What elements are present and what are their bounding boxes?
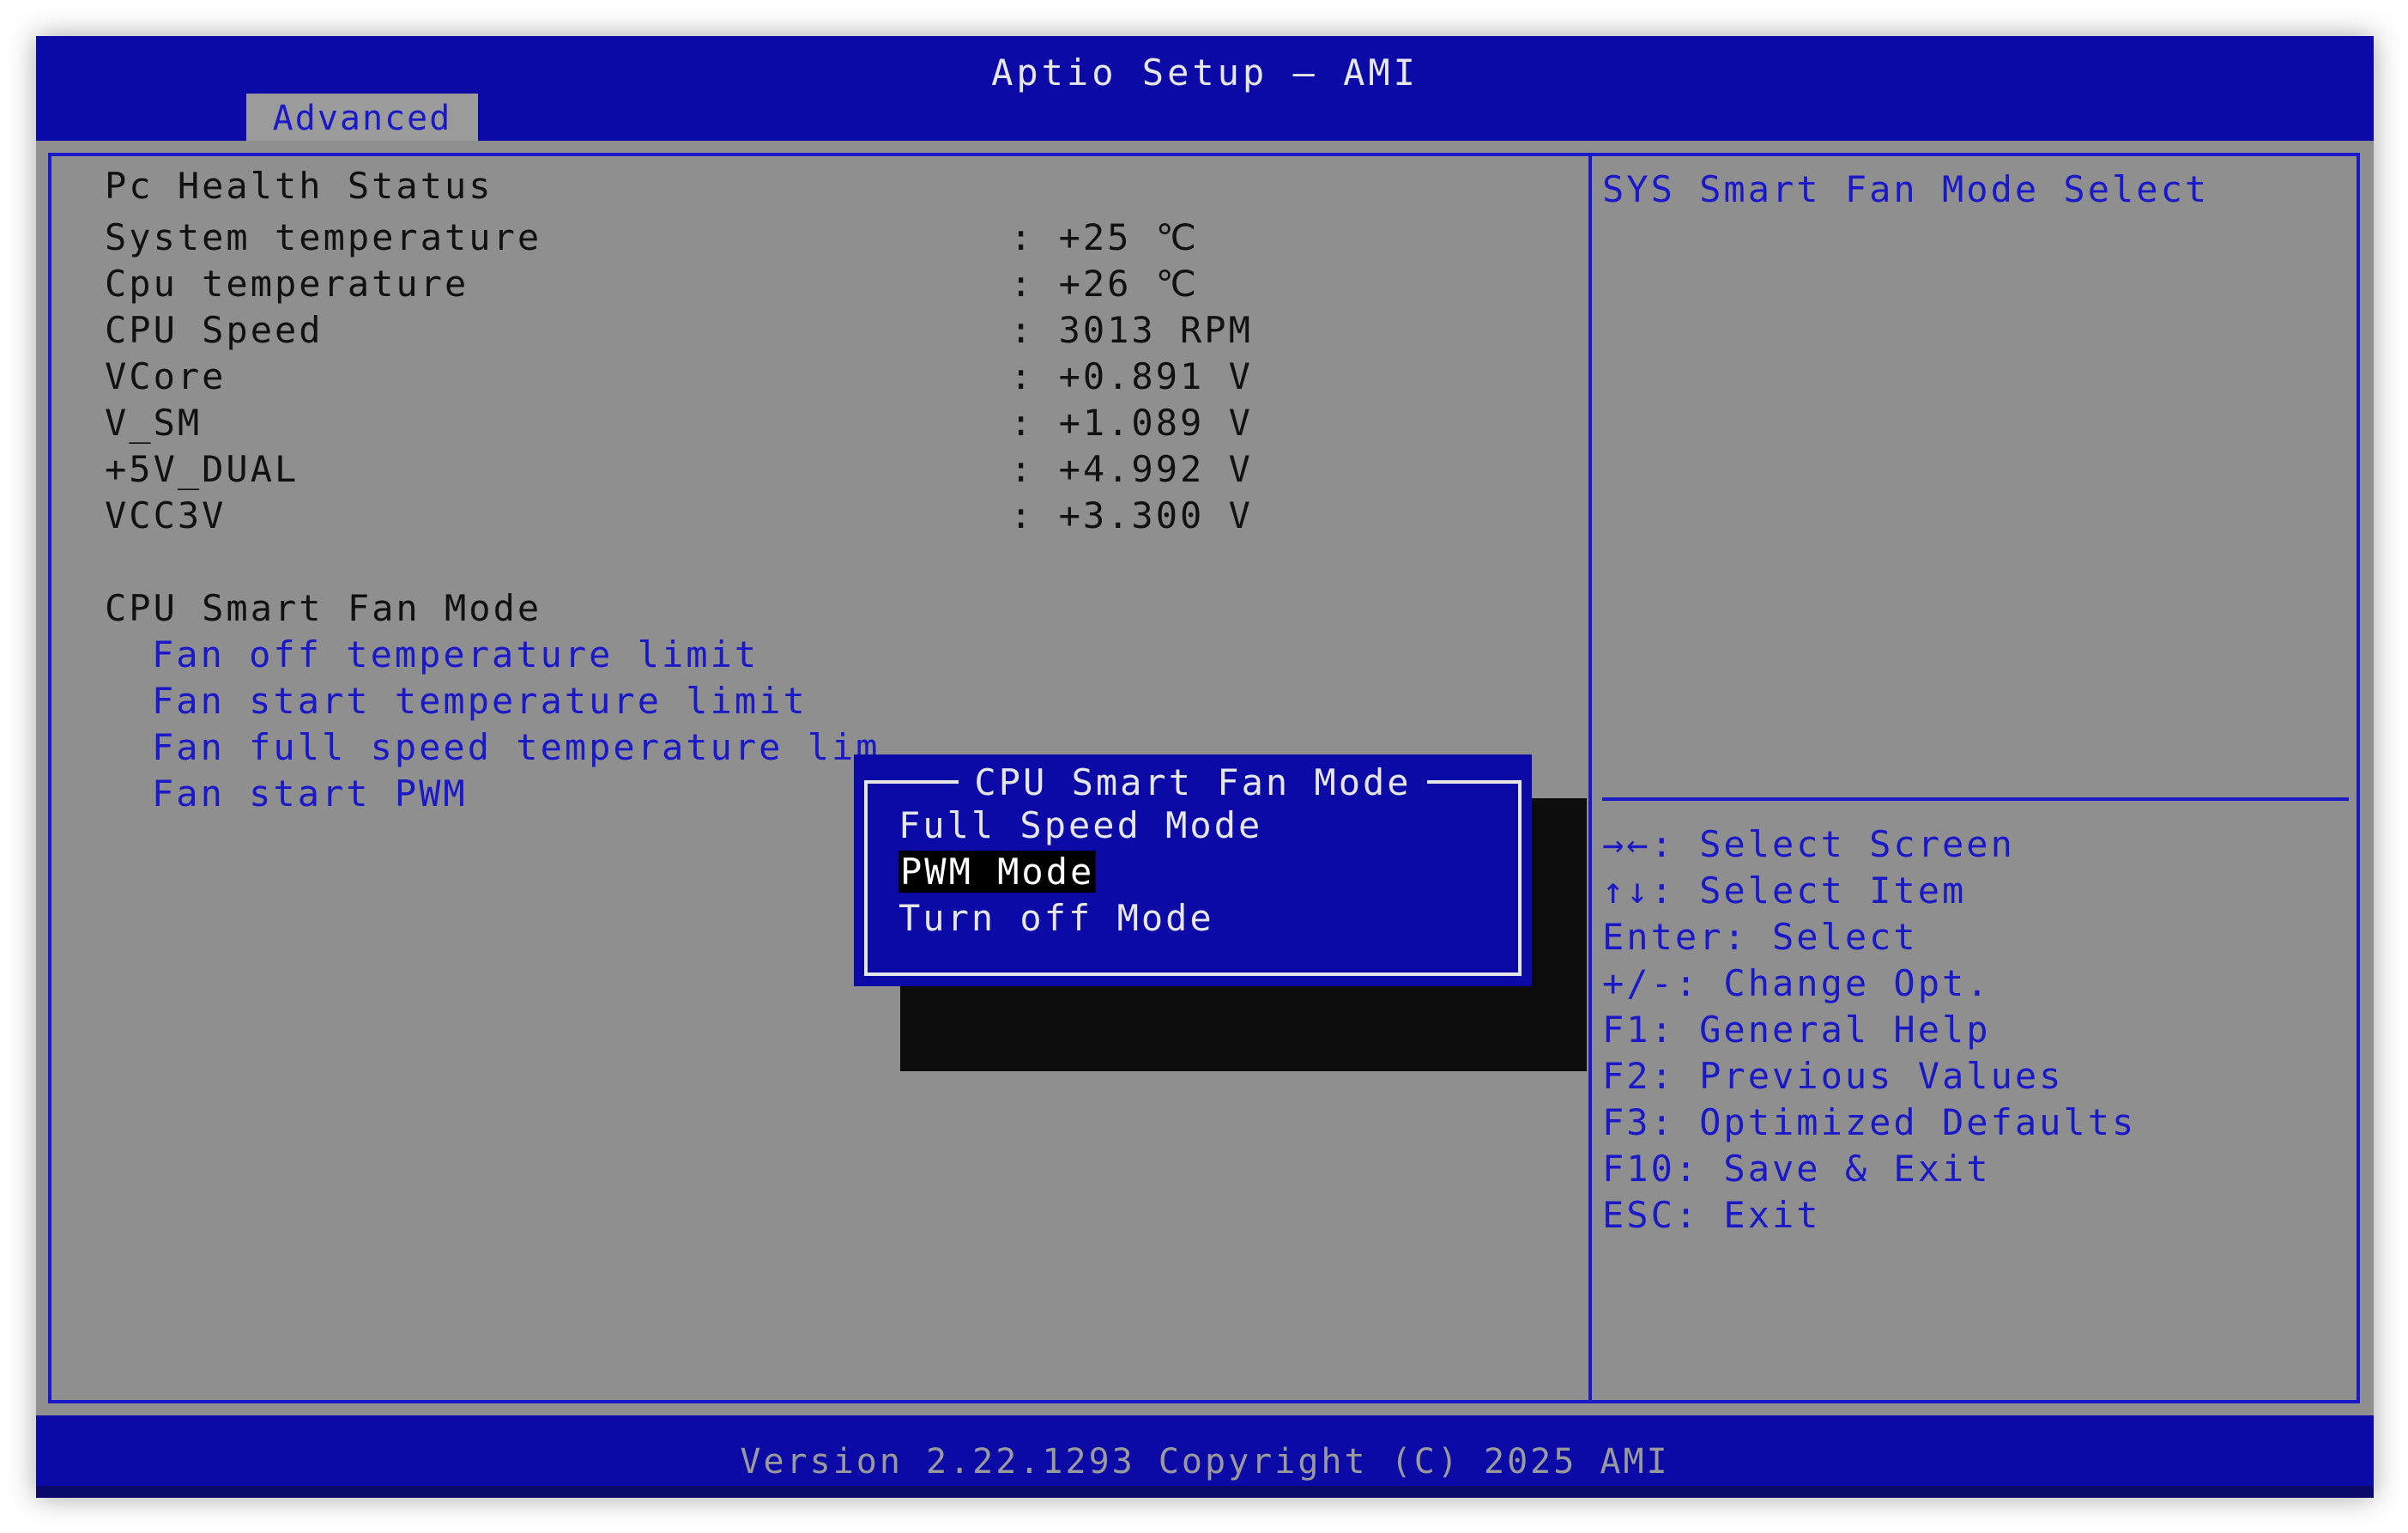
help-divider: [1602, 797, 2349, 801]
app-title: Aptio Setup – AMI: [991, 52, 1419, 94]
reading-value: : +3.300 V: [1010, 494, 1253, 536]
key-hint: F3: Optimized Defaults: [1602, 1101, 2137, 1143]
reading-value: : +1.089 V: [1010, 402, 1253, 444]
version-footer: Version 2.22.1293 Copyright (C) 2025 AMI: [36, 1435, 2374, 1487]
reading-value: : +26 ℃: [1010, 263, 1199, 305]
key-hint: ESC: Exit: [1602, 1194, 1821, 1236]
help-description: SYS Smart Fan Mode Select: [1602, 168, 2210, 210]
popup-title: CPU Smart Fan Mode: [854, 761, 1532, 803]
pane-divider: [1588, 153, 1592, 1403]
submenu-fan-off-temp[interactable]: Fan off temperature limit: [152, 633, 759, 676]
reading-label: System temperature: [105, 216, 542, 258]
reading-label: VCore: [105, 355, 227, 397]
main-area: Pc Health Status System temperature : +2…: [36, 141, 2374, 1415]
key-hint: →←: Select Screen: [1602, 823, 2015, 865]
reading-value: : +4.992 V: [1010, 448, 1253, 490]
key-hint: ↑↓: Select Item: [1602, 870, 1967, 912]
popup-title-text: CPU Smart Fan Mode: [959, 761, 1427, 803]
reading-value: : +0.891 V: [1010, 355, 1253, 397]
fan-mode-popup: CPU Smart Fan Mode Full Speed Mode PWM M…: [854, 754, 1532, 986]
reading-label: VCC3V: [105, 494, 227, 536]
reading-value: : 3013 RPM: [1010, 309, 1253, 351]
tab-advanced[interactable]: Advanced: [246, 94, 478, 142]
option-full-speed-mode[interactable]: Full Speed Mode: [898, 804, 1262, 846]
help-pane: SYS Smart Fan Mode Select →←: Select Scr…: [1602, 141, 2349, 1411]
key-hint: F10: Save & Exit: [1602, 1148, 1991, 1190]
option-turn-off-mode[interactable]: Turn off Mode: [898, 897, 1214, 939]
option-pwm-mode[interactable]: PWM Mode: [898, 851, 1097, 893]
bios-screen: Aptio Setup – AMI Advanced Pc Health Sta…: [36, 36, 2374, 1498]
reading-value: : +25 ℃: [1010, 216, 1199, 258]
submenu-fan-start-pwm[interactable]: Fan start PWM: [152, 773, 468, 815]
section-title: Pc Health Status: [105, 165, 493, 207]
key-hint: +/-: Change Opt.: [1602, 962, 1991, 1004]
submenu-fan-start-temp[interactable]: Fan start temperature limit: [152, 680, 808, 722]
reading-label: Cpu temperature: [105, 263, 469, 305]
reading-label: +5V_DUAL: [105, 448, 299, 490]
key-hint: Enter: Select: [1602, 916, 1918, 958]
key-hint: F1: General Help: [1602, 1009, 1991, 1051]
title-bar: Aptio Setup – AMI Advanced: [36, 36, 2374, 142]
reading-label: V_SM: [105, 402, 203, 444]
key-hint: F2: Previous Values: [1602, 1055, 2064, 1097]
reading-label: CPU Speed: [105, 309, 324, 351]
bottom-strip: [36, 1486, 2374, 1498]
cpu-smart-fan-mode-item[interactable]: CPU Smart Fan Mode: [105, 587, 541, 629]
submenu-fan-full-speed-temp[interactable]: Fan full speed temperature lim: [152, 726, 880, 768]
